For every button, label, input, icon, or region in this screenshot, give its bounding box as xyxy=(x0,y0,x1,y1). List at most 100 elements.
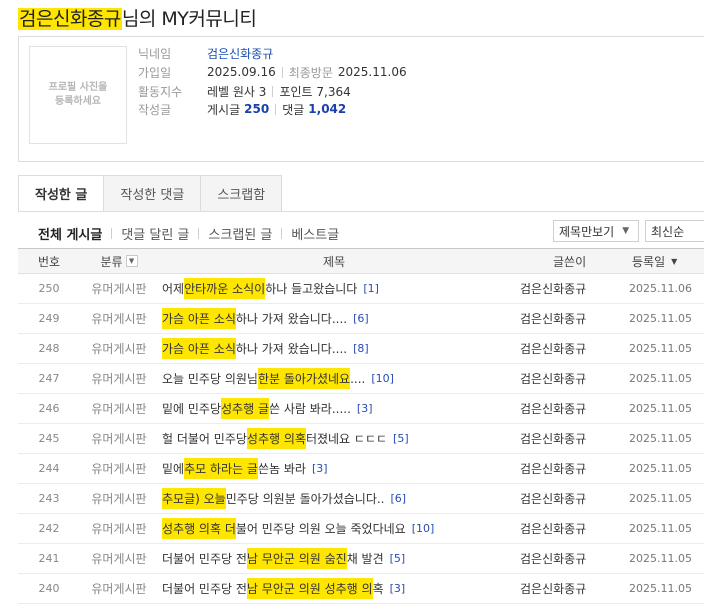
row-subject-link[interactable]: 헐 더불어 민주당 성추행 의혹 터졌네요 ㄷㄷㄷ [5] xyxy=(162,424,409,453)
separator xyxy=(281,228,283,239)
table-row: 247 유머게시판 오늘 민주당 의원님 한분 돌아가셨네요.... [10] 검… xyxy=(18,364,704,394)
filter-best-posts[interactable]: 베스트글 xyxy=(291,224,339,243)
comment-count-badge[interactable]: [5] xyxy=(390,552,406,565)
row-subject-link[interactable]: 오늘 민주당 의원님 한분 돌아가셨네요.... [10] xyxy=(162,364,394,393)
row-writer[interactable]: 검은신화종규 xyxy=(520,514,586,543)
row-writer[interactable]: 검은신화종규 xyxy=(520,394,586,423)
comment-count-badge[interactable]: [6] xyxy=(390,492,406,505)
tab-scrapbook[interactable]: 스크랩함 xyxy=(201,175,283,212)
row-category[interactable]: 유머게시판 xyxy=(80,394,158,423)
column-date[interactable]: 등록일 ▼ xyxy=(632,249,677,273)
separator xyxy=(111,228,113,239)
category-dropdown-icon[interactable]: ▼ xyxy=(125,255,138,267)
row-date: 2025.11.05 xyxy=(629,552,692,565)
row-writer[interactable]: 검은신화종규 xyxy=(520,364,586,393)
subject-text: 더불어 민주당 전 xyxy=(162,582,247,596)
last-visit-value: 2025.11.06 xyxy=(337,65,407,79)
row-category[interactable]: 유머게시판 xyxy=(80,454,158,483)
row-writer[interactable]: 검은신화종규 xyxy=(520,484,586,513)
view-mode-select[interactable]: 제목만보기 ▼ xyxy=(553,220,639,242)
level-value: 레벨 원사 3 xyxy=(207,84,267,99)
post-count-label: 게시글 xyxy=(207,102,241,117)
row-date: 2025.11.05 xyxy=(629,342,692,355)
row-writer[interactable]: 검은신화종규 xyxy=(520,454,586,483)
comment-count-badge[interactable]: [1] xyxy=(363,282,379,295)
row-category[interactable]: 유머게시판 xyxy=(80,364,158,393)
subject-text: 밑에 xyxy=(162,462,185,476)
comment-count-badge[interactable]: [10] xyxy=(371,372,394,385)
row-subject-link[interactable]: 밑에 민주당 성추행 글 쓴 사람 봐라..... [3] xyxy=(162,394,373,423)
row-category[interactable]: 유머게시판 xyxy=(80,544,158,573)
row-writer[interactable]: 검은신화종규 xyxy=(520,544,586,573)
info-row-nickname: 닉네임 검은신화종규 xyxy=(138,44,273,62)
row-subject-link[interactable]: 어제 안타까운 소식이 하나 들고왔습니다 [1] xyxy=(162,274,379,303)
row-category[interactable]: 유머게시판 xyxy=(80,304,158,333)
comment-count-badge[interactable]: [3] xyxy=(390,582,406,595)
subject-highlight: 성추행 의혹 더 xyxy=(162,518,236,539)
sort-order-select[interactable]: 최신순 xyxy=(645,220,704,242)
column-category-label: 분류 xyxy=(100,254,123,269)
row-writer[interactable]: 검은신화종규 xyxy=(520,574,586,603)
row-category[interactable]: 유머게시판 xyxy=(80,484,158,513)
filter-commented-posts[interactable]: 댓글 달린 글 xyxy=(121,224,189,243)
row-subject-link[interactable]: 밑에 추모 하라는 글 쓴놈 봐라 [3] xyxy=(162,454,328,483)
filter-all-posts[interactable]: 전체 게시글 xyxy=(38,224,102,243)
point-value: 포인트 7,364 xyxy=(279,84,351,99)
page-title-nickname: 검은신화종규 xyxy=(18,8,122,30)
table-row: 248 유머게시판 가슴 아픈 소식 하나 가져 왔습니다.... [8] 검은신… xyxy=(18,334,704,364)
row-subject-link[interactable]: 가슴 아픈 소식 하나 가져 왔습니다.... [8] xyxy=(162,334,369,363)
row-category[interactable]: 유머게시판 xyxy=(80,424,158,453)
row-category[interactable]: 유머게시판 xyxy=(80,574,158,603)
row-subject-link[interactable]: 더불어 민주당 전남 무안군 의원 숨진 채 발견 [5] xyxy=(162,544,405,573)
subject-text: 오늘 민주당 의원님 xyxy=(162,372,258,386)
tabs-divider xyxy=(18,211,704,212)
comment-count-badge[interactable]: [3] xyxy=(357,402,373,415)
comment-count: 1,042 xyxy=(308,102,347,116)
page-title-suffix: 님의 MY커뮤니티 xyxy=(121,8,257,30)
row-category[interactable]: 유머게시판 xyxy=(80,514,158,543)
comment-count-badge[interactable]: [6] xyxy=(353,312,369,325)
posts-label: 작성글 xyxy=(138,102,172,117)
row-subject-link[interactable]: 더불어 민주당 전남 무안군 의원 성추행 의 혹 [3] xyxy=(162,574,405,603)
row-date: 2025.11.05 xyxy=(629,372,692,385)
subject-text: 더불어 민주당 전 xyxy=(162,552,247,566)
row-writer[interactable]: 검은신화종규 xyxy=(520,274,586,303)
joined-label: 가입일 xyxy=(138,65,172,80)
comment-count-badge[interactable]: [10] xyxy=(412,522,435,535)
comment-count-badge[interactable]: [3] xyxy=(312,462,328,475)
view-mode-value: 제목만보기 xyxy=(559,224,615,239)
tab-written-comments[interactable]: 작성한 댓글 xyxy=(104,175,202,212)
row-date: 2025.11.05 xyxy=(629,492,692,505)
row-num: 240 xyxy=(38,582,60,595)
row-date: 2025.11.05 xyxy=(629,402,692,415)
filter-scrapped-posts[interactable]: 스크랩된 글 xyxy=(208,224,272,243)
profile-photo-placeholder[interactable]: 프로필 사진을 등록하세요 xyxy=(29,46,127,144)
row-num: 242 xyxy=(38,522,60,535)
comment-count-badge[interactable]: [8] xyxy=(353,342,369,355)
row-date: 2025.11.05 xyxy=(629,462,692,475)
separator xyxy=(198,228,200,239)
row-writer[interactable]: 검은신화종규 xyxy=(520,334,586,363)
row-date: 2025.11.05 xyxy=(629,432,692,445)
subject-highlight: 남 무안군 의원 숨진 xyxy=(246,548,347,569)
subject-text: 밑에 민주당 xyxy=(162,402,222,416)
photo-placeholder-line-1: 프로필 사진을 xyxy=(48,82,108,93)
row-category[interactable]: 유머게시판 xyxy=(80,274,158,303)
comment-count-label: 댓글 xyxy=(282,102,305,117)
row-writer[interactable]: 검은신화종규 xyxy=(520,424,586,453)
subject-text: 쓴놈 봐라 xyxy=(257,462,306,476)
row-subject-link[interactable]: 가슴 아픈 소식 하나 가져 왔습니다.... [6] xyxy=(162,304,369,333)
sort-desc-icon: ▼ xyxy=(671,256,678,266)
table-row: 245 유머게시판 헐 더불어 민주당 성추행 의혹 터졌네요 ㄷㄷㄷ [5] 검… xyxy=(18,424,704,454)
table-header: 번호 분류 ▼ 제목 글쓴이 등록일 ▼ xyxy=(18,248,704,274)
comment-count-badge[interactable]: [5] xyxy=(393,432,409,445)
row-category[interactable]: 유머게시판 xyxy=(80,334,158,363)
row-subject-link[interactable]: 성추행 의혹 더 불어 민주당 의원 오늘 죽었다네요 [10] xyxy=(162,514,434,543)
post-filters: 전체 게시글 댓글 달린 글 스크랩된 글 베스트글 xyxy=(38,224,339,243)
row-writer[interactable]: 검은신화종규 xyxy=(520,304,586,333)
row-subject-link[interactable]: 추모글) 오늘 민주당 의원분 돌아가셨습니다.. [6] xyxy=(162,484,406,513)
tab-written-posts[interactable]: 작성한 글 xyxy=(18,175,105,212)
column-category[interactable]: 분류 ▼ xyxy=(80,249,158,273)
subject-text: 불어 민주당 의원 오늘 죽었다네요 xyxy=(235,522,406,536)
column-date-label: 등록일 xyxy=(632,254,666,269)
